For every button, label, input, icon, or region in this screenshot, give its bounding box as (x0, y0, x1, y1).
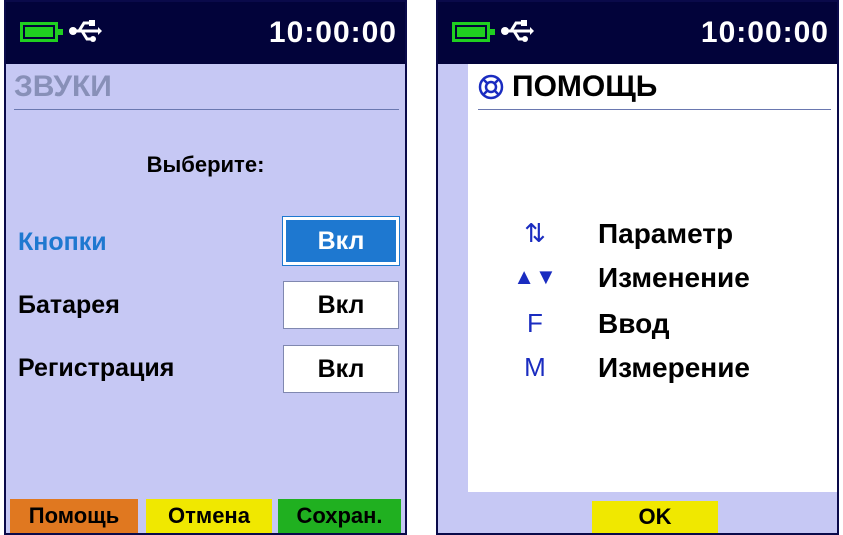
arrow-keys-icon: ▲▼ (513, 264, 557, 289)
sounds-screen: 10:00:00 ЗВУКИ Выберите: Кнопки Вкл Бата… (4, 0, 407, 535)
clock: 10:00:00 (268, 16, 397, 49)
battery-icon (452, 22, 495, 42)
help-heading: ПОМОЩЬ (478, 70, 657, 104)
usb-icon (501, 20, 534, 42)
buttons-label: Кнопки (18, 228, 107, 256)
help-item-parameter: Параметр (598, 218, 734, 249)
registration-label: Регистрация (18, 354, 175, 382)
help-item-enter: Ввод (598, 308, 670, 339)
title-divider (14, 109, 399, 110)
select-prompt: Выберите: (146, 152, 265, 177)
usb-icon (69, 20, 102, 42)
lifebuoy-icon (478, 74, 504, 100)
m-key-icon: M (524, 352, 546, 382)
f-key-icon: F (527, 308, 543, 338)
ok-softkey[interactable]: OK (592, 501, 718, 533)
help-item-change: Изменение (598, 262, 750, 293)
buttons-sound-toggle[interactable]: Вкл (283, 217, 399, 265)
cancel-softkey[interactable]: Отмена (146, 499, 272, 533)
up-down-keys-icon: ⇅ (524, 218, 546, 248)
battery-sound-toggle[interactable]: Вкл (283, 281, 399, 329)
help-softkey[interactable]: Помощь (10, 499, 138, 533)
page-title: ЗВУКИ (14, 70, 112, 103)
clock: 10:00:00 (700, 16, 829, 49)
title-divider (478, 109, 831, 110)
status-bar: 10:00:00 (438, 2, 837, 64)
save-softkey[interactable]: Сохран. (278, 499, 401, 533)
battery-label: Батарея (18, 291, 120, 319)
help-screen: 10:00:00 ПОМОЩЬ ⇅ Параметр ▲▼ Изменение … (436, 0, 839, 535)
battery-icon (20, 22, 63, 42)
help-title: ПОМОЩЬ (512, 70, 658, 103)
status-bar: 10:00:00 (6, 2, 405, 64)
help-item-measurement: Измерение (598, 352, 751, 383)
registration-sound-toggle[interactable]: Вкл (283, 345, 399, 393)
